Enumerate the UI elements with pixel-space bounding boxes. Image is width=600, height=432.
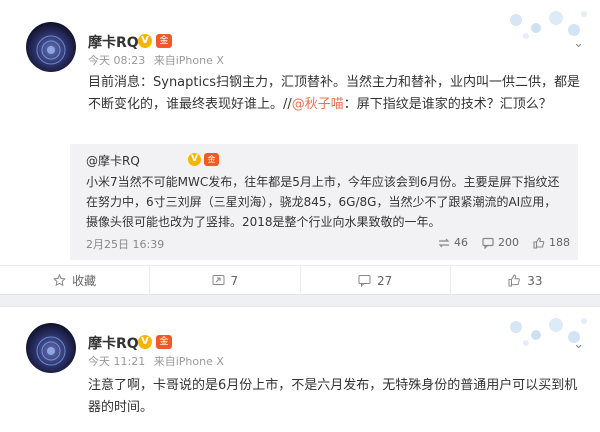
avatar-image (36, 336, 66, 366)
weibo-post-1: ⌄ 摩卡RQ V 金 今天 08:23 来自iPhone X 目前消息：Syna… (0, 0, 600, 295)
post-meta: 今天 08:23 来自iPhone X (88, 52, 224, 68)
post-time[interactable]: 今天 08:23 (88, 54, 145, 67)
avatar-image (36, 35, 66, 65)
mention-link[interactable]: @秋子喵 (292, 97, 344, 112)
source-prefix: 来自 (153, 355, 176, 368)
like-icon (533, 236, 545, 249)
post-time[interactable]: 今天 11:21 (88, 355, 145, 368)
repost-username[interactable]: @摩卡RQ (86, 152, 140, 169)
post-source: iPhone X (175, 355, 224, 368)
like-count[interactable]: 188 (533, 236, 570, 249)
member-badge: 金 (156, 34, 172, 48)
repost-stats: 46 200 188 (424, 236, 570, 249)
comment-icon (358, 275, 371, 287)
comment-button[interactable]: 27 (299, 266, 450, 295)
weibo-post-2: ⌄ 摩卡RQ V 金 今天 11:21 来自iPhone X 注意了啊，卡哥说的… (0, 306, 600, 432)
repost-time[interactable]: 2月25日 16:39 (86, 236, 164, 252)
more-options-chevron-icon[interactable]: ⌄ (573, 337, 584, 352)
username[interactable]: 摩卡RQ (88, 32, 139, 52)
comment-count[interactable]: 200 (482, 236, 519, 249)
member-badge: 金 (156, 335, 172, 349)
post-meta: 今天 11:21 来自iPhone X (88, 353, 224, 369)
repost-button[interactable]: 7 (149, 266, 299, 295)
username[interactable]: 摩卡RQ (88, 333, 139, 353)
comment-icon (482, 237, 494, 249)
post-source: iPhone X (175, 54, 224, 67)
repost-icon (438, 238, 450, 247)
like-icon (508, 274, 521, 287)
avatar[interactable] (26, 323, 76, 373)
favorite-button[interactable]: 收藏 (0, 266, 149, 295)
repost-count[interactable]: 46 (438, 236, 468, 249)
post-text: 注意了啊，卡哥说的是6月份上市，不是六月发布，无特殊身份的普通用户可以买到机器的… (88, 378, 578, 415)
source-prefix: 来自 (153, 54, 176, 67)
post-text-after: ：屏下指纹是谁家的技术？汇顶么？ (343, 97, 552, 112)
avatar[interactable] (26, 22, 76, 72)
like-button[interactable]: 33 (449, 266, 600, 295)
repost-verified-v-badge: V (188, 153, 201, 166)
reposted-content[interactable]: @摩卡RQ V 金 小米7当然不可能MWC发布，往年都是5月上市，今年应该会到6… (70, 144, 578, 260)
verified-v-badge: V (138, 335, 152, 349)
post-text: 目前消息：Synaptics扫钢主力，汇顶替补。当然主力和替补，业内叫一供二供，… (88, 72, 584, 116)
repost-member-badge: 金 (204, 153, 219, 166)
repost-icon (212, 275, 225, 285)
star-icon (53, 274, 67, 287)
verified-v-badge: V (138, 34, 152, 48)
post-actions: 收藏 7 27 33 (0, 265, 600, 295)
more-options-chevron-icon[interactable]: ⌄ (573, 36, 584, 51)
repost-text: 小米7当然不可能MWC发布，往年都是5月上市，今年应该会到6月份。主要是屏下指纹… (86, 175, 560, 229)
